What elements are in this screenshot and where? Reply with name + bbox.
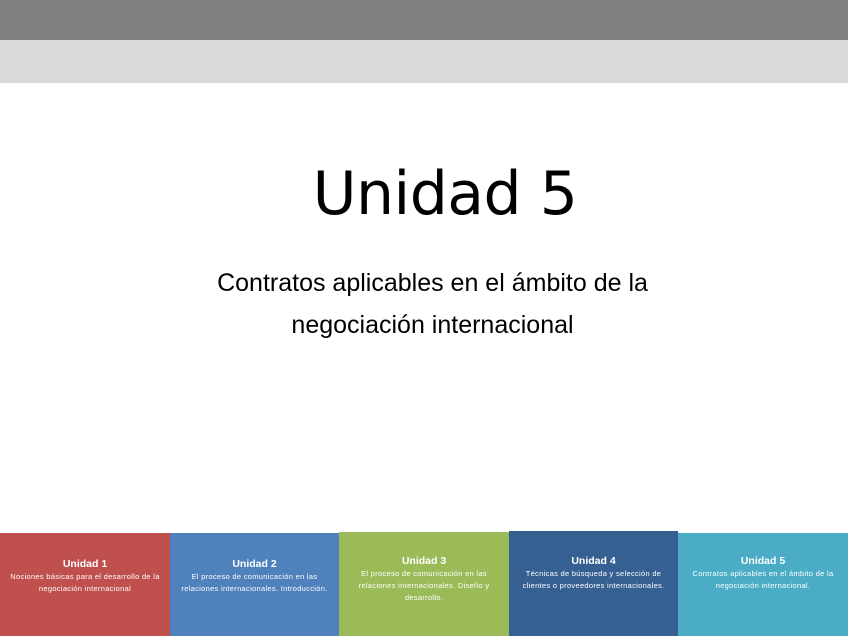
unit-tile-title: Unidad 2 — [232, 558, 277, 570]
unit-tile-description: Contratos aplicables en el ámbito de la … — [692, 569, 834, 590]
unit-tile-title: Unidad 3 — [401, 555, 447, 567]
unit-tile-2[interactable]: Unidad 2 El proceso de comunicación en l… — [170, 533, 339, 636]
unit-tile-5[interactable]: Unidad 5 Contratos aplicables en el ámbi… — [678, 533, 848, 636]
unit-navigation-strip: Unidad 1 Nociones básicas para el desarr… — [0, 0, 848, 636]
unit-tile-description: Técnicas de búsqueda y selección de clie… — [522, 569, 665, 590]
unit-tile-description: El proceso de comunicación en las relaci… — [181, 572, 328, 593]
unit-tile-4[interactable]: Unidad 4 Técnicas de búsqueda y selecció… — [509, 531, 678, 636]
unit-tile-title: Unidad 1 — [62, 558, 108, 570]
unit-tile-description: El proceso de comunicación en las relaci… — [358, 569, 490, 602]
unit-tile-title: Unidad 5 — [740, 555, 786, 567]
unit-tile-title: Unidad 4 — [571, 555, 616, 567]
unit-tile-3[interactable]: Unidad 3 El proceso de comunicación en l… — [339, 532, 509, 636]
unit-tile-1[interactable]: Unidad 1 Nociones básicas para el desarr… — [0, 533, 170, 636]
unit-tile-description: Nociones básicas para el desarrollo de l… — [10, 572, 160, 593]
